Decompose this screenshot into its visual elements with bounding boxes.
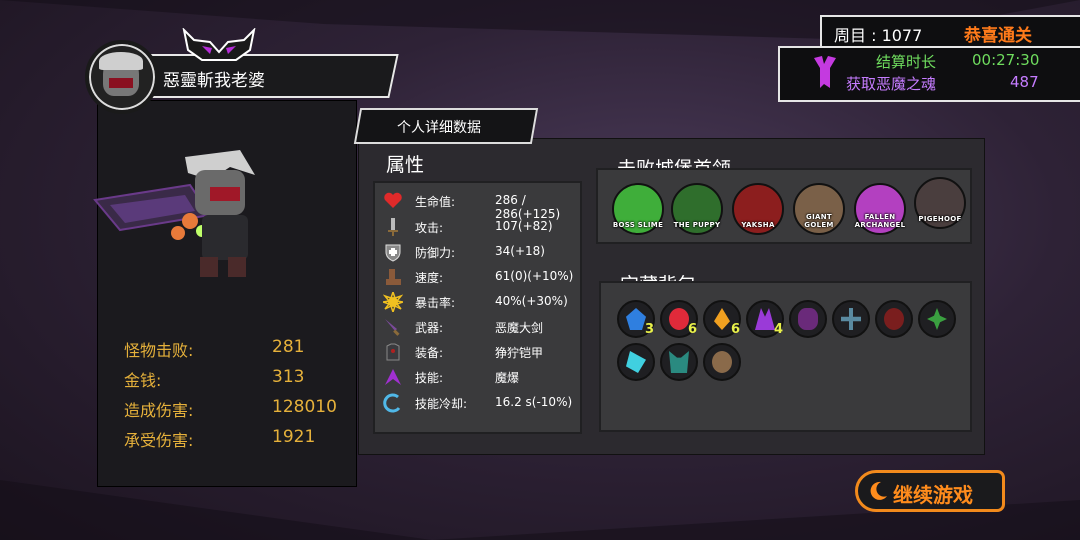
gold-label: 金钱: xyxy=(124,371,162,390)
attr-row-weapon: 武器: 恶魔大剑 xyxy=(375,315,580,340)
damage-dealt-value: 128010 xyxy=(272,397,337,417)
wolf-icon[interactable] xyxy=(660,343,698,381)
gold-value: 313 xyxy=(272,367,305,387)
loop-count: 周目 : 1077 xyxy=(834,26,923,45)
cooldown-icon xyxy=(383,393,401,413)
attr-row-armor: 装备: 狰狞铠甲 xyxy=(375,340,580,365)
armor-icon xyxy=(386,343,400,361)
continue-game-label: 继续游戏 xyxy=(893,483,973,507)
bosses-list: BOSS SLIME THE PUPPY YAKSHA GIANT GOLEM … xyxy=(596,168,972,244)
result-box: 结算时长 00:27:30 获取恶魔之魂 487 xyxy=(778,46,1080,102)
seed-pod-icon[interactable] xyxy=(703,343,741,381)
dark-serpent-icon[interactable] xyxy=(875,300,913,338)
continue-game-button[interactable]: 继续游戏 xyxy=(855,470,1005,512)
boss-pigehoof-icon: PIGEHOOF xyxy=(914,177,966,229)
attributes-title: 属性 xyxy=(386,154,425,176)
avatar xyxy=(85,40,159,114)
attr-row-speed: 速度: 61(0)(+10%) xyxy=(375,265,580,290)
tab-personal-detail-label: 个人详细数据 xyxy=(397,120,481,136)
shield-icon xyxy=(385,244,401,262)
moon-icon xyxy=(870,481,887,500)
blue-crystal-icon[interactable]: 3 xyxy=(617,300,655,338)
monsters-killed-label: 怪物击败: xyxy=(124,341,194,360)
souls-value: 487 xyxy=(1010,73,1039,91)
attr-row-skill: 技能: 魔爆 xyxy=(375,365,580,390)
scorpion-icon[interactable] xyxy=(789,300,827,338)
attr-row-defense: 防御力: 34(+18) xyxy=(375,240,580,265)
duration-label: 结算时长 xyxy=(876,53,937,71)
weapon-icon xyxy=(385,319,400,336)
boss-giant-golem-icon: GIANT GOLEM xyxy=(793,183,845,235)
burst-icon xyxy=(383,292,403,312)
attr-row-attack: 攻击: 107(+82) xyxy=(375,215,580,240)
skill-icon xyxy=(385,369,401,385)
tab-personal-detail[interactable]: 个人详细数据 xyxy=(353,108,539,144)
damage-taken-label: 承受伤害: xyxy=(124,431,194,450)
boss-puppy-icon: THE PUPPY xyxy=(671,183,723,235)
attr-row-cooldown: 技能冷却: 16.2 s(-10%) xyxy=(375,391,580,416)
boss-fallen-archangel-icon: FALLEN ARCHANGEL xyxy=(854,183,906,235)
heart-icon xyxy=(384,192,402,208)
ice-shard-icon[interactable] xyxy=(617,343,655,381)
ankh-icon[interactable] xyxy=(832,300,870,338)
attributes-list: 生命值: 286 / 286(+125) 攻击: 107(+82) 防御力: 3… xyxy=(373,181,582,434)
flower-icon[interactable] xyxy=(918,300,956,338)
treasure-bag: 3 6 6 4 xyxy=(599,281,972,432)
demon-crest-icon xyxy=(182,28,256,61)
fire-gem-icon[interactable]: 6 xyxy=(703,300,741,338)
damage-taken-value: 1921 xyxy=(272,427,316,447)
boot-icon xyxy=(386,269,401,285)
monsters-killed-value: 281 xyxy=(272,337,305,357)
damage-dealt-label: 造成伤害: xyxy=(124,401,194,420)
attr-row-crit: 暴击率: 40%(+30%) xyxy=(375,290,580,315)
boss-yaksha-icon: YAKSHA xyxy=(732,183,784,235)
purple-crystal-icon[interactable]: 4 xyxy=(746,300,784,338)
demon-soul-icon xyxy=(814,56,836,88)
clear-status: 恭喜通关 xyxy=(964,26,1032,46)
attr-row-hp: 生命值: 286 / 286(+125) xyxy=(375,189,580,221)
red-heart-gem-icon[interactable]: 6 xyxy=(660,300,698,338)
hero-character-sprite xyxy=(93,150,255,277)
sword-icon xyxy=(388,218,398,236)
boss-slime-icon: BOSS SLIME xyxy=(612,183,664,235)
souls-label: 获取恶魔之魂 xyxy=(846,75,937,93)
duration-value: 00:27:30 xyxy=(972,51,1040,69)
player-name: 惡靈斬我老婆 xyxy=(163,71,265,91)
